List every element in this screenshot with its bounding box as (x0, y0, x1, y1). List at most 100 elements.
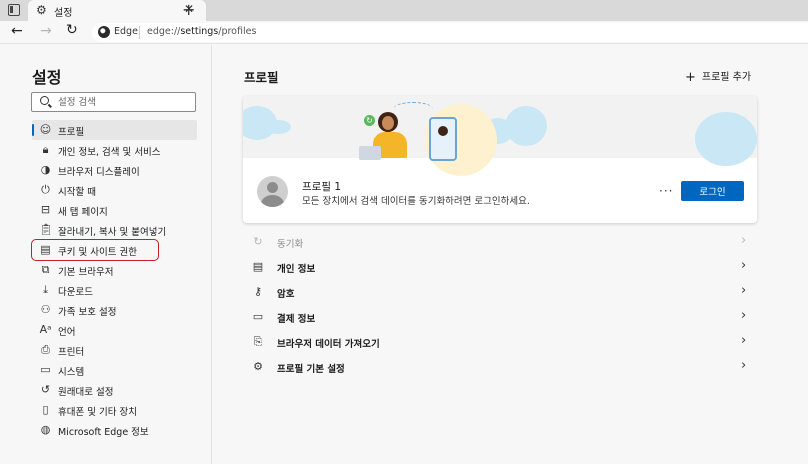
row-label: 브라우저 데이터 가져오기 (277, 339, 380, 350)
sidebar-item-label: 쿠키 및 사이트 권한 (58, 247, 137, 258)
chevron-right-icon: › (741, 283, 747, 298)
key-icon: ⚷ (253, 285, 263, 298)
newtab-icon: ⊟ (40, 203, 51, 216)
sidebar-item-default-browser[interactable]: ⧉ 기본 브라우저 (32, 260, 197, 280)
row-sync[interactable]: ↻ 동기화 › (243, 230, 757, 255)
chevron-right-icon: › (741, 258, 747, 273)
settings-sidebar: 설정 ☺ 프로필 🔒︎ 개인 정보, 검색 및 서비스 ◑ 브라우저 디스플레이… (0, 45, 212, 464)
sidebar-item-reset[interactable]: ↺ 원래대로 설정 (32, 380, 197, 400)
add-profile-button[interactable]: + 프로필 추가 (685, 68, 752, 85)
sidebar-title: 설정 (32, 68, 62, 87)
forward-button[interactable]: → (40, 23, 52, 39)
chevron-right-icon: › (741, 233, 747, 248)
address-url[interactable]: edge://settings/profiles (147, 26, 256, 37)
row-label: 암호 (277, 289, 295, 300)
login-button[interactable]: 로그인 (681, 181, 744, 201)
edge-icon: ◍ (40, 423, 51, 436)
sidebar-item-family[interactable]: ⚇ 가족 보호 설정 (32, 300, 197, 320)
import-icon: ⎘ (253, 335, 263, 348)
search-icon (40, 96, 49, 105)
browser-icon: ⧉ (41, 263, 50, 276)
page-title: 프로필 (244, 70, 279, 85)
palette-icon: ◑ (40, 163, 51, 176)
card-icon: ▭ (252, 310, 264, 323)
power-icon: ⏻ (41, 183, 50, 196)
back-button[interactable]: ← (11, 23, 23, 39)
row-label: 개인 정보 (277, 264, 316, 275)
person-info-icon: ▤ (252, 260, 264, 273)
sidebar-item-label: 시작할 때 (58, 187, 96, 198)
sync-arc-illustration (393, 102, 433, 116)
add-profile-label: 프로필 추가 (701, 72, 752, 83)
profile-banner-illustration: ↻ (243, 96, 757, 176)
tab-settings[interactable]: ⚙ 설정 ✕ (28, 0, 206, 21)
avatar (257, 176, 288, 207)
sync-badge-icon: ↻ (364, 115, 375, 126)
sidebar-item-label: 기본 브라우저 (58, 267, 114, 278)
row-payment-info[interactable]: ▭ 결제 정보 › (243, 305, 757, 330)
download-icon: ⤓ (43, 283, 48, 296)
navigation-bar: ← → ↻ Edge edge://settings/profiles (0, 21, 808, 44)
system-icon: ▭ (40, 363, 51, 376)
sidebar-item-label: 새 탭 페이지 (58, 207, 108, 218)
sidebar-item-system[interactable]: ▭ 시스템 (32, 360, 197, 380)
sidebar-item-printers[interactable]: ⎙ 프린터 (32, 340, 197, 360)
chevron-right-icon: › (741, 358, 747, 373)
family-icon: ⚇ (40, 303, 51, 316)
gear-icon: ⚙ (36, 3, 47, 17)
cloud-shape (695, 112, 757, 166)
edge-logo-icon (98, 26, 110, 38)
sidebar-item-label: 휴대폰 및 기타 장치 (58, 407, 137, 418)
search-box (31, 92, 196, 112)
row-label: 프로필 기본 설정 (277, 364, 345, 375)
profile-card: ↻ 프로필 1 모든 장치에서 검색 데이터를 동기화하려면 로그인하세요. ·… (243, 96, 757, 223)
sidebar-item-label: 언어 (58, 327, 76, 338)
row-passwords[interactable]: ⚷ 암호 › (243, 280, 757, 305)
sidebar-item-languages[interactable]: Aᵃ 언어 (32, 320, 197, 340)
sidebar-item-profiles[interactable]: ☺ 프로필 (32, 120, 197, 140)
chevron-right-icon: › (741, 333, 747, 348)
laptop-illustration (359, 146, 381, 160)
row-profile-preferences[interactable]: ⚙ 프로필 기본 설정 › (243, 355, 757, 380)
sidebar-item-startup[interactable]: ⏻ 시작할 때 (32, 180, 197, 200)
person-icon: ☺ (39, 123, 52, 136)
row-import-data[interactable]: ⎘ 브라우저 데이터 가져오기 › (243, 330, 757, 355)
tab-actions-icon[interactable] (8, 4, 20, 16)
row-label: 동기화 (277, 239, 304, 250)
tab-title: 설정 (54, 8, 73, 19)
chevron-right-icon: › (741, 308, 747, 323)
reset-icon: ↺ (40, 383, 51, 396)
search-input[interactable] (58, 95, 188, 110)
cloud-shape (265, 120, 291, 134)
sidebar-item-privacy[interactable]: 🔒︎ 개인 정보, 검색 및 서비스 (32, 140, 197, 160)
sidebar-item-label: 시스템 (58, 367, 85, 378)
sidebar-item-downloads[interactable]: ⤓ 다운로드 (32, 280, 197, 300)
address-bar[interactable]: Edge edge://settings/profiles (92, 23, 808, 42)
reload-button[interactable]: ↻ (66, 22, 78, 38)
sidebar-item-newtab[interactable]: ⊟ 새 탭 페이지 (32, 200, 197, 220)
sidebar-item-label: 브라우저 디스플레이 (58, 167, 140, 178)
phone-icon: ▯ (42, 403, 49, 416)
more-options-button[interactable]: ··· (659, 184, 673, 198)
sidebar-item-share-copy-paste[interactable]: 📋︎ 잘라내기, 복사 및 붙여넣기 (32, 220, 197, 240)
sidebar-item-about[interactable]: ◍ Microsoft Edge 정보 (32, 420, 197, 440)
phone-illustration (429, 117, 457, 161)
sidebar-item-cookies[interactable]: ▤ 쿠키 및 사이트 권한 (31, 239, 159, 261)
url-prefix: edge:// (147, 26, 181, 37)
sidebar-item-phone[interactable]: ▯ 휴대폰 및 기타 장치 (32, 400, 197, 420)
plus-icon: + (685, 70, 696, 85)
sidebar-item-label: 프린터 (58, 347, 85, 358)
url-suffix: /profiles (218, 26, 257, 37)
cookie-icon: ▤ (40, 243, 51, 256)
sidebar-item-appearance[interactable]: ◑ 브라우저 디스플레이 (32, 160, 197, 180)
new-tab-button[interactable]: + (182, 0, 195, 19)
address-site-label: Edge (114, 26, 138, 37)
row-personal-info[interactable]: ▤ 개인 정보 › (243, 255, 757, 280)
row-label: 결제 정보 (277, 314, 316, 325)
person-face-illustration (382, 116, 394, 130)
sidebar-item-label: 가족 보호 설정 (58, 307, 117, 318)
sidebar-item-label: 원래대로 설정 (58, 387, 114, 398)
phone-avatar-illustration (438, 126, 448, 136)
profile-description: 모든 장치에서 검색 데이터를 동기화하려면 로그인하세요. (302, 196, 530, 207)
url-path: settings (180, 26, 219, 37)
